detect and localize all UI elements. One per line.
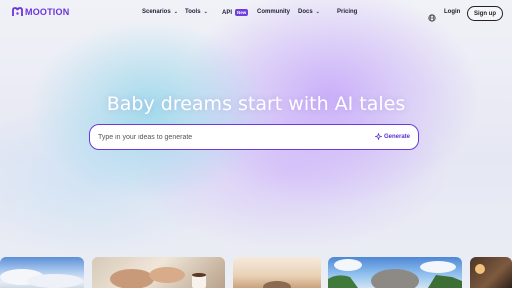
gallery-thumbnail[interactable]	[92, 257, 225, 288]
clouds-image	[0, 269, 83, 288]
gallery-thumbnail[interactable]	[233, 257, 321, 288]
nav-pricing-label: Pricing	[337, 9, 358, 15]
mootion-logo-icon	[12, 7, 23, 16]
language-selector[interactable]	[428, 9, 436, 27]
signup-button[interactable]: Sign up	[467, 6, 503, 21]
generate-label: Generate	[383, 133, 410, 140]
brand-logo[interactable]: MOOTION	[12, 7, 69, 17]
sparkle-icon	[374, 133, 382, 140]
gallery-thumbnail[interactable]	[0, 257, 84, 288]
gallery-thumbnail[interactable]	[470, 257, 512, 288]
nav-community-label: Community	[257, 9, 290, 15]
top-navbar: MOOTION Scenarios ⌄ Tools ⌄ API New Comm…	[0, 0, 512, 28]
gallery-thumbnail[interactable]	[328, 257, 462, 288]
chevron-down-icon: ⌄	[315, 9, 320, 15]
chevron-down-icon: ⌄	[203, 9, 208, 15]
brand-name: MOOTION	[25, 7, 70, 17]
elephant-landscape-image	[328, 259, 462, 288]
new-badge: New	[235, 9, 249, 16]
hero-title: Baby dreams start with AI tales	[106, 93, 406, 115]
idea-prompt-box: Generate	[89, 124, 419, 150]
generate-button[interactable]: Generate	[374, 133, 410, 140]
nav-docs-label: Docs	[298, 9, 313, 15]
nav-docs[interactable]: Docs ⌄	[298, 9, 320, 15]
nav-tools-label: Tools	[185, 9, 201, 15]
nav-community[interactable]: Community	[257, 9, 290, 15]
nav-scenarios[interactable]: Scenarios ⌄	[142, 9, 178, 15]
nav-scenarios-label: Scenarios	[142, 9, 171, 15]
signup-label: Sign up	[474, 10, 496, 17]
globe-icon	[428, 14, 436, 22]
chevron-down-icon: ⌄	[173, 9, 178, 15]
nav-tools[interactable]: Tools ⌄	[185, 9, 208, 15]
lamp-interior-image	[475, 264, 485, 274]
warm-room-image	[263, 281, 291, 288]
nav-api[interactable]: API New	[222, 9, 249, 16]
idea-input[interactable]	[98, 133, 348, 141]
nav-api-label: API	[222, 9, 233, 16]
nav-pricing[interactable]: Pricing	[337, 9, 357, 15]
hands-coffee-image	[110, 267, 206, 288]
login-link[interactable]: Login	[444, 9, 460, 15]
